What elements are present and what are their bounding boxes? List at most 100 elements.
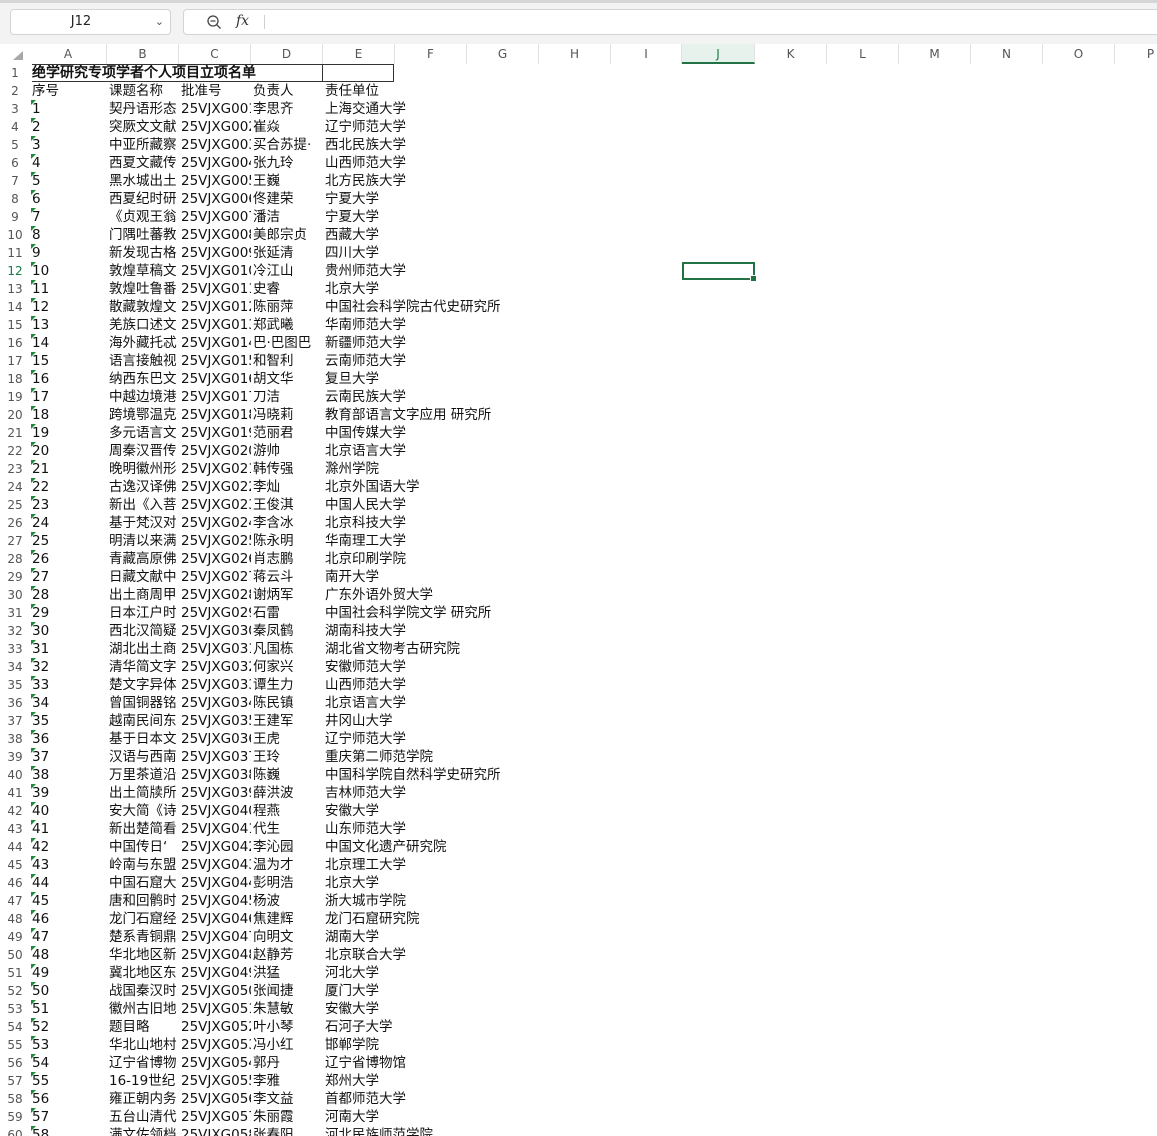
- cell-leader[interactable]: 游帅: [251, 442, 323, 460]
- cell-serial[interactable]: 54: [30, 1054, 107, 1072]
- cell-leader[interactable]: 肖志鹏: [251, 550, 323, 568]
- cell-leader[interactable]: 和智利: [251, 352, 323, 370]
- cell-serial[interactable]: 45: [30, 892, 107, 910]
- row-number[interactable]: 25: [0, 496, 30, 514]
- cell-topic[interactable]: 新出《入菩: [107, 496, 179, 514]
- cell-leader[interactable]: 崔焱: [251, 118, 323, 136]
- cell-unit[interactable]: 山东师范大学: [323, 820, 406, 838]
- row-number[interactable]: 31: [0, 604, 30, 622]
- row-number[interactable]: 16: [0, 334, 30, 352]
- cell-serial[interactable]: 35: [30, 712, 107, 730]
- cell-topic[interactable]: 羌族口述文: [107, 316, 179, 334]
- cell-leader[interactable]: 陈永明: [251, 532, 323, 550]
- cell-leader[interactable]: 郭丹: [251, 1054, 323, 1072]
- cell-leader[interactable]: 朱丽霞: [251, 1108, 323, 1126]
- cell-serial[interactable]: 36: [30, 730, 107, 748]
- cell-topic[interactable]: 汉语与西南: [107, 748, 179, 766]
- cell-serial[interactable]: 5: [30, 172, 107, 190]
- cell-approval-no[interactable]: 25VJXG039: [179, 784, 251, 802]
- cell-unit[interactable]: 西北民族大学: [323, 136, 406, 154]
- cell-topic[interactable]: 散藏敦煌文: [107, 298, 179, 316]
- row-number[interactable]: 7: [0, 172, 30, 190]
- cell-leader[interactable]: 李思齐: [251, 100, 323, 118]
- cell-approval-no[interactable]: 25VJXG021: [179, 460, 251, 478]
- cell-leader[interactable]: 冯晓莉: [251, 406, 323, 424]
- cell-unit[interactable]: 宁夏大学: [323, 208, 395, 226]
- cell-approval-no[interactable]: 25VJXG024: [179, 514, 251, 532]
- cell-unit[interactable]: 云南师范大学: [323, 352, 406, 370]
- cell-leader[interactable]: 杨波: [251, 892, 323, 910]
- cell-topic[interactable]: 周秦汉晋传: [107, 442, 179, 460]
- cell-topic[interactable]: 满文佐领档: [107, 1126, 179, 1136]
- cell-leader[interactable]: 李含冰: [251, 514, 323, 532]
- cell-unit[interactable]: 辽宁师范大学: [323, 730, 406, 748]
- row-number[interactable]: 19: [0, 388, 30, 406]
- cell-serial[interactable]: 56: [30, 1090, 107, 1108]
- cell-leader[interactable]: 王建军: [251, 712, 323, 730]
- cell-leader[interactable]: 焦建辉: [251, 910, 323, 928]
- cell-leader[interactable]: 程燕: [251, 802, 323, 820]
- cell-unit[interactable]: 教育部语言文字应用 研究所: [323, 406, 491, 424]
- cell-topic[interactable]: 万里茶道沿: [107, 766, 179, 784]
- cell-serial[interactable]: 25: [30, 532, 107, 550]
- cell-unit[interactable]: 宁夏大学: [323, 190, 395, 208]
- cell-topic[interactable]: 新发现古格: [107, 244, 179, 262]
- cell-approval-no[interactable]: 25VJXG014: [179, 334, 251, 352]
- row-number[interactable]: 54: [0, 1018, 30, 1036]
- cell-serial[interactable]: 26: [30, 550, 107, 568]
- cell-approval-no[interactable]: 25VJXG034: [179, 694, 251, 712]
- cell-leader[interactable]: 向明文: [251, 928, 323, 946]
- cell-approval-no[interactable]: 25VJXG028: [179, 586, 251, 604]
- row-number[interactable]: 10: [0, 226, 30, 244]
- cell-serial[interactable]: 17: [30, 388, 107, 406]
- row-number[interactable]: 40: [0, 766, 30, 784]
- row-number[interactable]: 50: [0, 946, 30, 964]
- row-number[interactable]: 44: [0, 838, 30, 856]
- row-number[interactable]: 4: [0, 118, 30, 136]
- row-number[interactable]: 45: [0, 856, 30, 874]
- cell-serial[interactable]: 21: [30, 460, 107, 478]
- row-number[interactable]: 55: [0, 1036, 30, 1054]
- cell-serial[interactable]: 55: [30, 1072, 107, 1090]
- cell-unit[interactable]: 辽宁省博物馆: [323, 1054, 406, 1072]
- cell-serial[interactable]: 12: [30, 298, 107, 316]
- cell-leader[interactable]: 刀洁: [251, 388, 323, 406]
- column-header-c[interactable]: C: [179, 44, 251, 64]
- cell-approval-no[interactable]: 25VJXG022: [179, 478, 251, 496]
- cell-serial[interactable]: 1: [30, 100, 107, 118]
- cell-topic[interactable]: 五台山清代: [107, 1108, 179, 1126]
- row-number[interactable]: 8: [0, 190, 30, 208]
- cell-topic[interactable]: 中国石窟大: [107, 874, 179, 892]
- cell-topic[interactable]: 青藏高原佛: [107, 550, 179, 568]
- cell-approval-no[interactable]: 25VJXG020: [179, 442, 251, 460]
- cell-serial[interactable]: 39: [30, 784, 107, 802]
- row-number[interactable]: 60: [0, 1126, 30, 1136]
- cell-leader[interactable]: 陈巍: [251, 766, 323, 784]
- cell-leader[interactable]: 叶小琴: [251, 1018, 323, 1036]
- cell-unit[interactable]: 辽宁师范大学: [323, 118, 406, 136]
- cell-approval-no[interactable]: 25VJXG023: [179, 496, 251, 514]
- cell-serial[interactable]: 23: [30, 496, 107, 514]
- cell-approval-no[interactable]: 25VJXG007: [179, 208, 251, 226]
- cell-leader[interactable]: 张春阳: [251, 1126, 323, 1136]
- row-number[interactable]: 39: [0, 748, 30, 766]
- cell-leader[interactable]: 王虎: [251, 730, 323, 748]
- cell-unit[interactable]: 山西师范大学: [323, 676, 406, 694]
- row-number[interactable]: 33: [0, 640, 30, 658]
- row-number[interactable]: 12: [0, 262, 30, 280]
- row-number[interactable]: 32: [0, 622, 30, 640]
- row-number[interactable]: 3: [0, 100, 30, 118]
- cell-topic[interactable]: 跨境鄂温克: [107, 406, 179, 424]
- cell-serial[interactable]: 31: [30, 640, 107, 658]
- selected-cell[interactable]: [682, 262, 757, 282]
- row-number[interactable]: 29: [0, 568, 30, 586]
- cell-approval-no[interactable]: 25VJXG017: [179, 388, 251, 406]
- cell-leader[interactable]: 赵静芳: [251, 946, 323, 964]
- cell-leader[interactable]: 张九玲: [251, 154, 323, 172]
- cell-topic[interactable]: 唐和回鹘时: [107, 892, 179, 910]
- cell-leader[interactable]: 巴·巴图巴: [251, 334, 323, 352]
- cell-topic[interactable]: 语言接触视: [107, 352, 179, 370]
- cell-approval-no[interactable]: 25VJXG058: [179, 1126, 251, 1136]
- cell-unit[interactable]: 北京大学: [323, 874, 395, 892]
- cell-serial[interactable]: 24: [30, 514, 107, 532]
